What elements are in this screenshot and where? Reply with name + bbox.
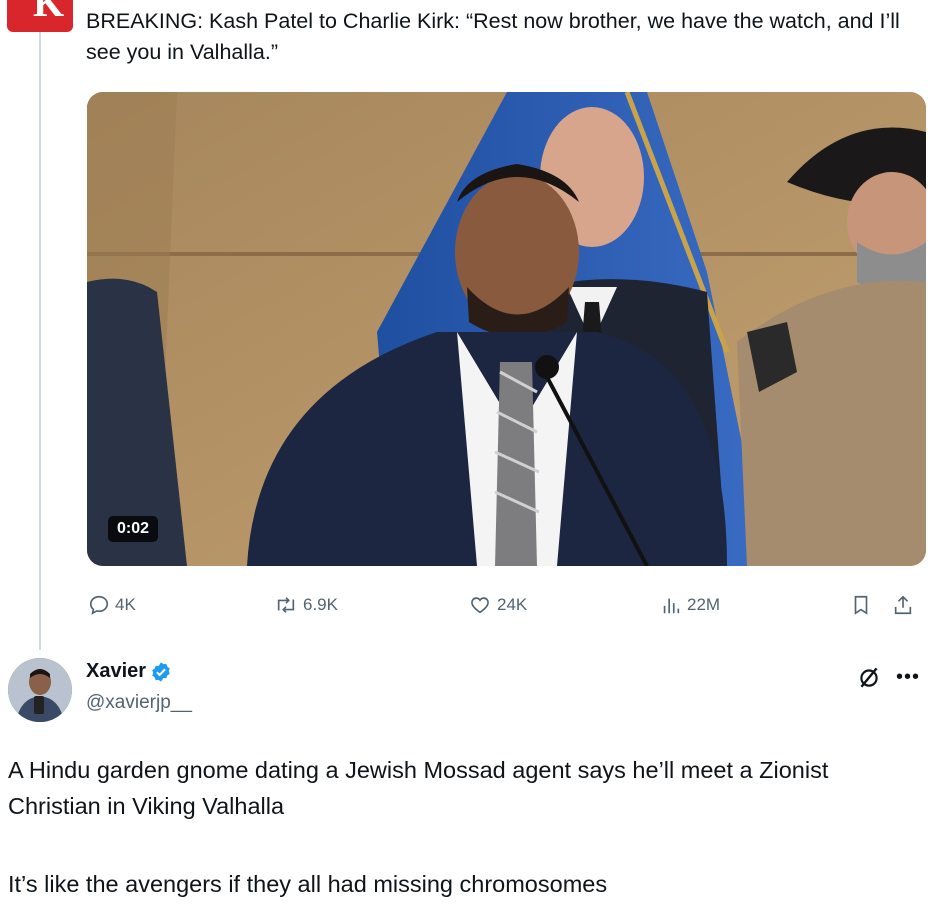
- thread-connector-line: [39, 32, 41, 650]
- video-frame: [87, 92, 926, 566]
- video-duration-badge: 0:02: [108, 516, 159, 542]
- like-count: 24K: [497, 595, 528, 614]
- more-options-icon[interactable]: •••: [896, 667, 920, 687]
- video-player[interactable]: 0:02: [87, 92, 926, 566]
- repost-button[interactable]: 6.9K: [274, 590, 338, 620]
- reply-count: 4K: [115, 595, 136, 614]
- views-chart-icon: [663, 598, 680, 614]
- author-display-name: Xavier: [86, 660, 147, 682]
- heart-icon: [471, 597, 489, 614]
- views-button[interactable]: 22M: [660, 590, 720, 620]
- author-photo: [8, 658, 72, 722]
- bookmark-button[interactable]: [850, 590, 877, 620]
- author-handle[interactable]: @xavierjp__: [86, 692, 192, 714]
- like-button[interactable]: 24K: [468, 590, 527, 620]
- quoted-post-text: BREAKING: Kash Patel to Charlie Kirk: “R…: [86, 9, 900, 64]
- action-bar: 4K 6.9K 24K 22M: [88, 590, 928, 620]
- reply-post-text: A Hindu garden gnome dating a Jewish Mos…: [8, 757, 829, 819]
- reply-post-text-second-paragraph: It’s like the avengers if they all had m…: [8, 871, 608, 897]
- quoted-account-avatar[interactable]: K: [7, 0, 73, 32]
- reply-icon: [89, 595, 109, 615]
- author-avatar[interactable]: [8, 658, 72, 722]
- share-icon: [894, 595, 912, 615]
- reply-button[interactable]: 4K: [88, 590, 136, 620]
- repost-count: 6.9K: [303, 595, 338, 614]
- share-button[interactable]: [892, 590, 919, 620]
- author-name-row[interactable]: Xavier: [86, 660, 172, 683]
- grok-slash-icon[interactable]: [856, 664, 882, 690]
- bookmark-icon: [854, 595, 868, 615]
- verified-badge-icon: [152, 661, 170, 682]
- avatar-logo-letter: K: [33, 0, 65, 25]
- view-count: 22M: [687, 595, 721, 614]
- post-header-controls: •••: [856, 664, 920, 690]
- repost-icon: [277, 597, 295, 613]
